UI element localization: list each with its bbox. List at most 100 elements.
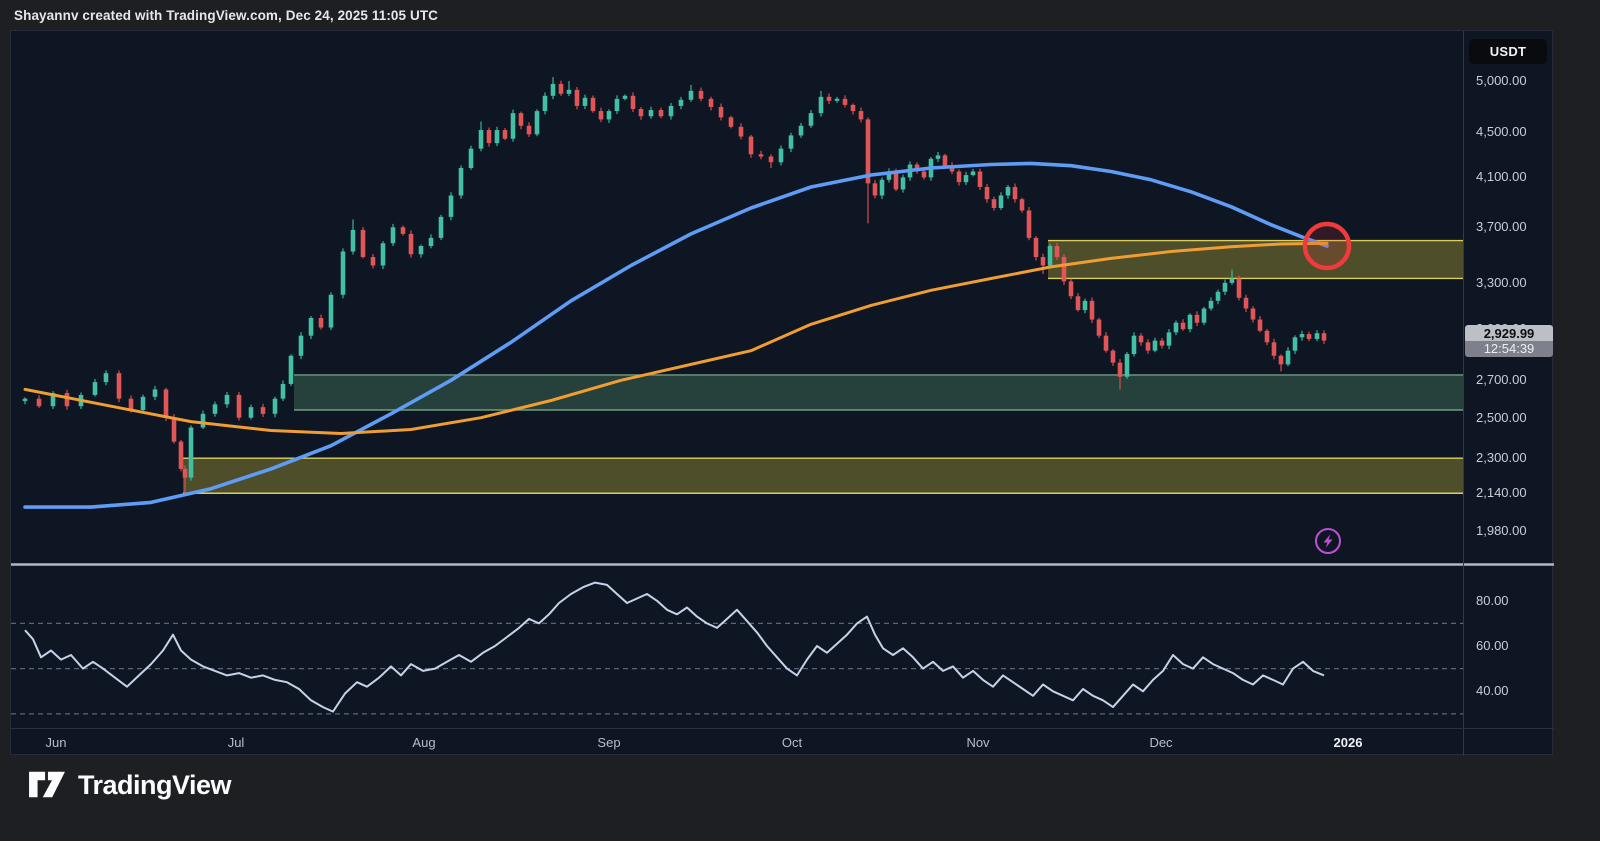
ma-200-line [25, 163, 1327, 507]
candle-body [901, 177, 906, 189]
candle-body [299, 336, 304, 356]
candle-body [1153, 341, 1158, 351]
candle-body [543, 96, 548, 111]
candle-body [873, 183, 878, 195]
candle-body [992, 199, 997, 208]
candle-body [843, 99, 848, 105]
candle-body [439, 217, 444, 238]
candle-body [1258, 320, 1263, 331]
candle-body [1307, 334, 1312, 339]
support-zone-mid [294, 375, 1463, 410]
price-axis[interactable]: USDT 5,000.004,500.004,100.003,700.003,3… [1463, 31, 1554, 756]
candle-body [819, 97, 824, 113]
candle-body [511, 113, 516, 139]
candle-body [1244, 298, 1249, 309]
candle-body [1132, 336, 1137, 354]
price-tick: 4,500.00 [1476, 124, 1527, 139]
tradingview-wordmark: TradingView [78, 770, 231, 801]
tradingview-logo-icon [28, 768, 66, 802]
candle-body [1286, 351, 1291, 365]
price-tick: 2,140.00 [1476, 485, 1527, 500]
candle-body [341, 251, 346, 294]
candle-body [409, 234, 414, 254]
time-axis-month-label: Dec [1149, 735, 1172, 750]
candle-body [237, 395, 242, 418]
candle-body [189, 428, 194, 478]
time-axis[interactable]: JunJulAugSepOctNovDec2026 [11, 728, 1554, 756]
tradingview-chart-widget[interactable]: USDT 5,000.004,500.004,100.003,700.003,3… [10, 30, 1553, 755]
candle-body [1202, 309, 1207, 323]
candle-body [535, 111, 540, 134]
flash-icon[interactable] [1316, 529, 1340, 553]
candle-body [1006, 187, 1011, 196]
candle-body [1062, 257, 1067, 281]
candle-body [1195, 315, 1200, 323]
candle-body [1104, 336, 1109, 351]
candle-body [851, 105, 856, 111]
candle-body [1181, 323, 1186, 329]
candle-body [769, 157, 774, 163]
ma-cross-highlight-circle [1305, 224, 1349, 268]
candle-body [1174, 323, 1179, 333]
tradingview-branding[interactable]: TradingView [28, 768, 231, 802]
candle-body [615, 99, 620, 111]
candle-body [779, 149, 784, 163]
candle-body [1118, 363, 1123, 377]
time-axis-month-label: Nov [966, 735, 989, 750]
candle-body [469, 149, 474, 168]
candle-body [1020, 199, 1025, 210]
candle-body [749, 137, 754, 155]
candle-body [479, 130, 484, 149]
candle-body [591, 98, 596, 111]
candle-body [1013, 187, 1018, 199]
candle-body [759, 154, 764, 156]
candle-body [1027, 210, 1032, 237]
candle-body [1160, 341, 1165, 346]
candle-body [709, 99, 714, 107]
candle-body [739, 127, 744, 137]
candle-body [401, 227, 406, 234]
candle-body [922, 172, 927, 178]
candle-body [985, 187, 990, 199]
candle-body [1125, 354, 1130, 377]
candle-body [487, 130, 492, 143]
candle-body [575, 90, 580, 106]
rsi-tick: 60.00 [1476, 638, 1509, 653]
price-tick: 4,100.00 [1476, 169, 1527, 184]
candle-body [459, 168, 464, 195]
rsi-tick: 40.00 [1476, 683, 1509, 698]
candle-body [361, 230, 366, 257]
candle-body [1279, 356, 1284, 365]
candle-body [659, 110, 664, 116]
candle-body [639, 109, 644, 116]
last-price-label: 2,929.99 12:54:39 [1465, 325, 1553, 357]
candle-body [104, 373, 109, 382]
candle-body [859, 111, 864, 119]
candle-body [729, 117, 734, 127]
candle-body [551, 84, 556, 96]
candle-body [371, 257, 376, 265]
candle-body [894, 172, 899, 190]
candle-body [309, 318, 314, 336]
candle-body [381, 243, 386, 265]
candle-body [1188, 315, 1193, 329]
price-tick: 5,000.00 [1476, 73, 1527, 88]
candle-body [261, 407, 266, 414]
candle-body [1322, 333, 1327, 340]
time-axis-month-label: Jul [228, 735, 245, 750]
candle-body [978, 172, 983, 187]
candle-body [1167, 332, 1172, 345]
candle-body [1237, 278, 1242, 297]
candle-body [1083, 301, 1088, 310]
candle-body [37, 399, 42, 407]
candle-body [179, 442, 184, 469]
candle-body [699, 91, 704, 99]
candle-body [1251, 309, 1256, 320]
candle-body [519, 113, 524, 126]
support-zone-lower [183, 458, 1463, 493]
chart-attribution-text: Shayannv created with TradingView.com, D… [14, 8, 438, 23]
chart-canvas[interactable] [11, 31, 1554, 756]
candle-body [1069, 281, 1074, 296]
candle-body [1090, 301, 1095, 320]
candle-body [1111, 351, 1116, 363]
